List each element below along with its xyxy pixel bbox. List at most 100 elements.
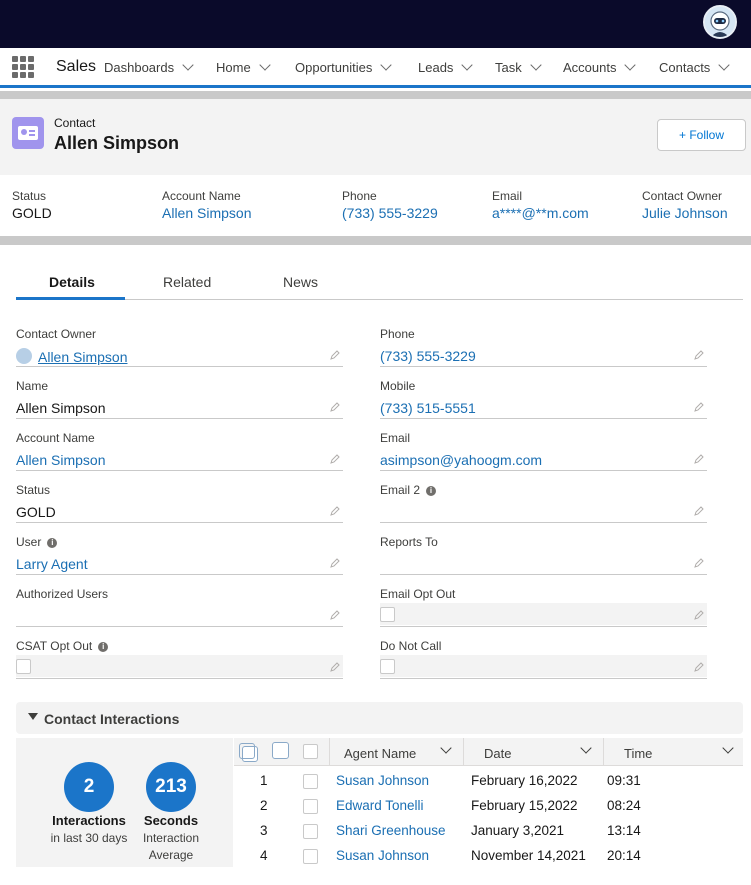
tab-news[interactable]: News bbox=[283, 274, 318, 290]
field-label: Reports To bbox=[380, 535, 438, 549]
chevron-down-icon[interactable] bbox=[440, 742, 452, 754]
account-name-link[interactable]: Allen Simpson bbox=[16, 452, 106, 468]
field-email: Email asimpson@yahoogm.com bbox=[380, 431, 707, 471]
field-csat-opt-out: CSAT Opt Out i bbox=[16, 639, 343, 679]
avg-seconds-badge: 213 bbox=[146, 762, 196, 812]
app-name: Sales bbox=[56, 58, 97, 75]
column-header-date[interactable]: Date bbox=[484, 746, 511, 761]
header-checkbox[interactable] bbox=[272, 742, 289, 759]
pencil-icon[interactable] bbox=[693, 505, 705, 517]
nav-item-dashboards[interactable]: Dashboards bbox=[104, 59, 194, 75]
contact-interactions-section-header[interactable]: Contact Interactions bbox=[16, 702, 743, 734]
field-background bbox=[16, 655, 343, 677]
app-launcher-icon[interactable] bbox=[12, 56, 34, 78]
time-cell: 08:24 bbox=[607, 798, 641, 813]
nav-item-home[interactable]: Home bbox=[216, 59, 271, 75]
field-email-opt-out: Email Opt Out bbox=[380, 587, 707, 627]
agent-name-link[interactable]: Edward Tonelli bbox=[336, 798, 424, 813]
field-phone: Phone (733) 555-3229 bbox=[380, 327, 707, 367]
do-not-call-checkbox[interactable] bbox=[380, 659, 395, 674]
info-icon[interactable]: i bbox=[426, 486, 437, 496]
chevron-down-icon[interactable] bbox=[624, 59, 637, 71]
pencil-icon[interactable] bbox=[329, 401, 341, 413]
chevron-down-icon[interactable] bbox=[182, 59, 194, 71]
nav-item-task[interactable]: Task bbox=[495, 59, 542, 75]
contact-owner-link[interactable]: Allen Simpson bbox=[38, 349, 128, 365]
field-label: Email 2 i bbox=[380, 483, 437, 497]
select-all-checkbox[interactable] bbox=[239, 743, 255, 759]
agent-name-link[interactable]: Susan Johnson bbox=[336, 773, 429, 788]
pencil-icon[interactable] bbox=[329, 505, 341, 517]
email-link[interactable]: a****@**m.com bbox=[492, 205, 589, 221]
pencil-icon[interactable] bbox=[693, 349, 705, 361]
interactions-count-caption: Interactions in last 30 days bbox=[42, 812, 136, 847]
pencil-icon[interactable] bbox=[329, 661, 341, 673]
follow-button[interactable]: + Follow bbox=[657, 119, 746, 151]
csat-opt-out-checkbox[interactable] bbox=[16, 659, 31, 674]
user-link[interactable]: Larry Agent bbox=[16, 556, 88, 572]
row-checkbox[interactable] bbox=[303, 774, 318, 789]
pencil-icon[interactable] bbox=[329, 557, 341, 569]
email-link[interactable]: asimpson@yahoogm.com bbox=[380, 452, 542, 468]
time-cell: 20:14 bbox=[607, 848, 641, 863]
column-header-agent-name[interactable]: Agent Name bbox=[344, 746, 416, 761]
owner-link[interactable]: Julie Johnson bbox=[642, 205, 728, 221]
chevron-down-icon[interactable] bbox=[530, 59, 542, 71]
highlight-label: Contact Owner bbox=[642, 189, 723, 203]
highlight-account-name: Account Name Allen Simpson bbox=[162, 189, 252, 221]
user-avatar[interactable] bbox=[703, 5, 737, 39]
header-row-checkbox[interactable] bbox=[303, 744, 318, 759]
phone-link[interactable]: (733) 555-3229 bbox=[342, 205, 438, 221]
chevron-down-icon[interactable] bbox=[580, 742, 592, 754]
info-icon[interactable]: i bbox=[47, 538, 58, 548]
divider bbox=[0, 236, 751, 245]
mobile-link[interactable]: (733) 515-5551 bbox=[380, 400, 476, 416]
field-account-name: Account Name Allen Simpson bbox=[16, 431, 343, 471]
tab-related[interactable]: Related bbox=[163, 274, 211, 290]
interaction-stats: 2 Interactions in last 30 days 213 Secon… bbox=[16, 738, 233, 867]
pencil-icon[interactable] bbox=[693, 557, 705, 569]
interactions-table-header: Agent Name Date Time bbox=[234, 738, 743, 766]
pencil-icon[interactable] bbox=[329, 349, 341, 361]
column-header-time[interactable]: Time bbox=[624, 746, 652, 761]
nav-item-contacts[interactable]: Contacts bbox=[659, 59, 730, 75]
agent-name-link[interactable]: Shari Greenhouse bbox=[336, 823, 446, 838]
nav-item-leads[interactable]: Leads bbox=[418, 59, 474, 75]
field-label-text: User bbox=[16, 535, 42, 549]
chevron-down-icon[interactable] bbox=[722, 742, 734, 754]
field-label: Phone bbox=[380, 327, 415, 341]
highlight-label: Account Name bbox=[162, 189, 241, 203]
table-row: 1 Susan Johnson February 16,2022 09:31 bbox=[234, 768, 743, 793]
pencil-icon[interactable] bbox=[693, 401, 705, 413]
phone-link[interactable]: (733) 555-3229 bbox=[380, 348, 476, 364]
pencil-icon[interactable] bbox=[693, 453, 705, 465]
row-checkbox[interactable] bbox=[303, 849, 318, 864]
stat-sub-label: in last 30 days bbox=[50, 831, 128, 845]
chevron-down-icon[interactable] bbox=[718, 59, 730, 71]
chevron-down-icon[interactable] bbox=[259, 59, 271, 71]
email-opt-out-checkbox[interactable] bbox=[380, 607, 395, 622]
pencil-icon[interactable] bbox=[693, 609, 705, 621]
row-checkbox[interactable] bbox=[303, 824, 318, 839]
pencil-icon[interactable] bbox=[329, 453, 341, 465]
info-icon[interactable]: i bbox=[98, 642, 109, 652]
field-label: Authorized Users bbox=[16, 587, 109, 601]
field-background bbox=[380, 655, 707, 677]
highlight-phone: Phone (733) 555-3229 bbox=[342, 189, 438, 221]
row-number: 1 bbox=[260, 773, 268, 788]
row-checkbox[interactable] bbox=[303, 799, 318, 814]
pencil-icon[interactable] bbox=[329, 609, 341, 621]
highlight-status: Status GOLD bbox=[12, 189, 52, 221]
account-link[interactable]: Allen Simpson bbox=[162, 205, 252, 221]
pencil-icon[interactable] bbox=[693, 661, 705, 673]
chevron-down-icon[interactable] bbox=[461, 59, 474, 71]
tab-details[interactable]: Details bbox=[49, 274, 95, 290]
nav-item-opportunities[interactable]: Opportunities bbox=[295, 59, 392, 75]
nav-item-accounts[interactable]: Accounts bbox=[563, 59, 637, 75]
highlight-label: Status bbox=[12, 189, 47, 203]
chevron-down-icon[interactable] bbox=[380, 59, 392, 71]
nav-item-label: Opportunities bbox=[295, 60, 373, 75]
row-number: 2 bbox=[260, 798, 268, 813]
caret-down-icon[interactable] bbox=[28, 713, 38, 720]
agent-name-link[interactable]: Susan Johnson bbox=[336, 848, 429, 863]
